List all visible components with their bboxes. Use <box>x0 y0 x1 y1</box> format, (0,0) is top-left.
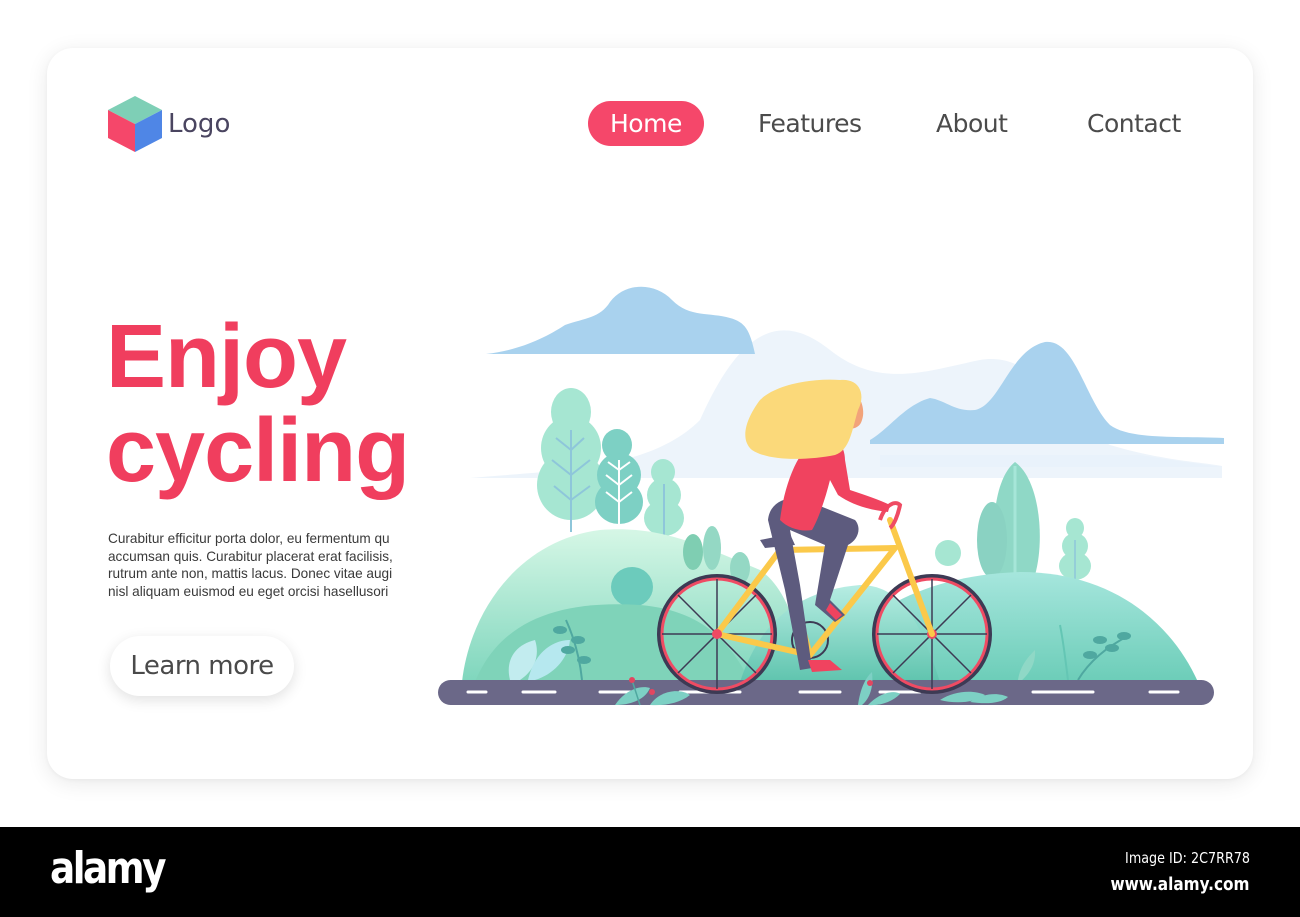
logo-label: Logo <box>168 109 231 139</box>
hero-title-line-2: cycling <box>106 401 410 501</box>
nav-about[interactable]: About <box>936 101 1008 146</box>
watermark-brand: alamy <box>50 843 166 894</box>
watermark-site: www.alamy.com <box>1111 874 1250 895</box>
watermark-bar: alamy Image ID: 2C7RR78 www.alamy.com <box>0 827 1300 917</box>
hero-title: Enjoy cycling <box>106 307 410 501</box>
tree-group-right <box>935 462 1091 583</box>
hero-title-line-1: Enjoy <box>106 307 347 407</box>
tree-group-left <box>537 388 684 545</box>
nav-home[interactable]: Home <box>588 101 704 146</box>
cloud-left <box>486 286 755 354</box>
learn-more-button[interactable]: Learn more <box>110 636 294 696</box>
watermark-image-id: Image ID: 2C7RR78 <box>1125 849 1250 867</box>
description-line: nisl aliquam euismod eu eget orcisi hase… <box>108 583 389 599</box>
description-line: accumsan quis. Curabitur placerat erat f… <box>108 548 393 564</box>
logo[interactable]: Logo <box>108 96 230 152</box>
bush <box>611 567 653 607</box>
hero-description: Curabitur efficitur porta dolor, eu ferm… <box>108 530 408 600</box>
cube-logo-icon <box>108 96 162 152</box>
mist-right <box>880 455 1222 467</box>
nav-contact[interactable]: Contact <box>1087 101 1181 146</box>
nav-features[interactable]: Features <box>758 101 862 146</box>
cycling-illustration <box>438 286 1224 706</box>
description-line: Curabitur efficitur porta dolor, eu ferm… <box>108 531 390 546</box>
description-line: rutrum ante non, mattis lacus. Donec vit… <box>108 566 393 581</box>
